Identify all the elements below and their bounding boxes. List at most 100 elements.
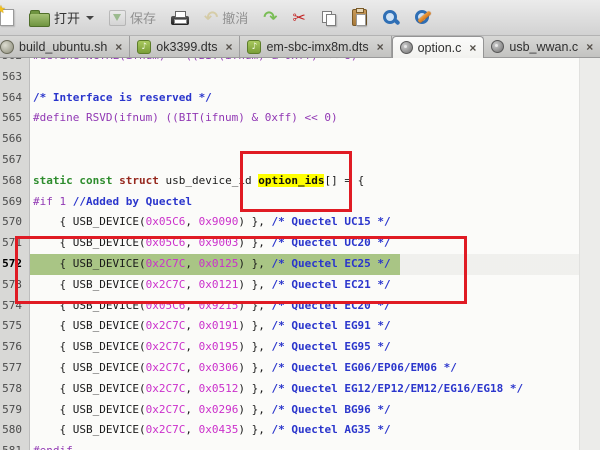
tab-close-icon[interactable]: × [469, 42, 476, 54]
search-icon [382, 9, 399, 26]
dropdown-caret-icon[interactable] [86, 16, 94, 20]
line-text: { USB_DEVICE(0x2C7C, 0x0306) }, /* Quect… [30, 358, 600, 379]
code-editor[interactable]: 562#define NCTRL(ifnum) ((BIT(ifnum) & 0… [0, 58, 600, 450]
tab-label: ok3399.dts [156, 40, 217, 54]
tab-usb-wwan-c[interactable]: usb_wwan.c × [484, 36, 600, 57]
line-number: 578 [0, 379, 30, 400]
dts-file-icon: ♪ [137, 40, 151, 54]
line-text: { USB_DEVICE(0x2C7C, 0x0121) }, /* Quect… [30, 275, 600, 296]
code-line-568[interactable]: 568static const struct usb_device_id opt… [0, 171, 600, 192]
line-text: { USB_DEVICE(0x2C7C, 0x0191) }, /* Quect… [30, 316, 600, 337]
line-text: { USB_DEVICE(0x05C6, 0x9090) }, /* Quect… [30, 212, 600, 233]
copy-button[interactable] [318, 8, 340, 28]
tab-label: em-sbc-imx8m.dts [266, 40, 368, 54]
code-line-564[interactable]: 564/* Interface is reserved */ [0, 88, 600, 109]
cut-button[interactable]: ✂ [290, 8, 309, 28]
code-line-565[interactable]: 565#define RSVD(ifnum) ((BIT(ifnum) & 0x… [0, 108, 600, 129]
undo-button: ↶撤消 [201, 6, 251, 29]
line-text [30, 67, 600, 88]
new-file-button[interactable] [0, 7, 17, 28]
line-text: { USB_DEVICE(0x2C7C, 0x0195) }, /* Quect… [30, 337, 600, 358]
code-line-580[interactable]: 580 { USB_DEVICE(0x2C7C, 0x0435) }, /* Q… [0, 420, 600, 441]
line-number: 581 [0, 441, 30, 450]
line-number: 576 [0, 337, 30, 358]
search-button[interactable] [379, 7, 402, 28]
tab-close-icon[interactable]: × [586, 41, 593, 53]
code-line-567[interactable]: 567 [0, 150, 600, 171]
line-number: 579 [0, 400, 30, 421]
line-text: { USB_DEVICE(0x2C7C, 0x0512) }, /* Quect… [30, 379, 600, 400]
line-text [30, 129, 600, 150]
code-line-577[interactable]: 577 { USB_DEVICE(0x2C7C, 0x0306) }, /* Q… [0, 358, 600, 379]
tab-close-icon[interactable]: × [225, 41, 232, 53]
tab-label: option.c [418, 41, 462, 55]
line-number: 571 [0, 233, 30, 254]
line-text: /* Interface is reserved */ [30, 88, 600, 109]
code-line-566[interactable]: 566 [0, 129, 600, 150]
line-number: 572 [0, 254, 30, 275]
c-file-icon [491, 40, 504, 53]
toolbar: 打开保存 ↶撤消 ↷ ✂ [0, 0, 600, 36]
code-line-573[interactable]: 573 { USB_DEVICE(0x2C7C, 0x0121) }, /* Q… [0, 275, 600, 296]
tab-em-sbc-imx8m-dts[interactable]: ♪ em-sbc-imx8m.dts × [240, 36, 391, 57]
new-file-icon [0, 9, 14, 26]
save-button: 保存 [106, 6, 159, 29]
line-number: 570 [0, 212, 30, 233]
vertical-scrollbar[interactable] [579, 58, 600, 450]
tab-close-icon[interactable]: × [377, 41, 384, 53]
editor-window: 打开保存 ↶撤消 ↷ ✂ build_ubuntu.sh× ♪ ok3399.dts × ♪ e… [0, 0, 600, 450]
line-text [30, 150, 600, 171]
replace-button[interactable] [411, 7, 434, 28]
tab-close-icon[interactable]: × [115, 41, 122, 53]
cut-icon: ✂ [293, 10, 306, 26]
line-text: #if 1 //Added by Quectel [30, 192, 600, 213]
highlighted-symbol: option_ids [258, 174, 324, 187]
code-line-563[interactable]: 563 [0, 67, 600, 88]
code-line-575[interactable]: 575 { USB_DEVICE(0x2C7C, 0x0191) }, /* Q… [0, 316, 600, 337]
line-text: { USB_DEVICE(0x05C6, 0x9215) }, /* Quect… [30, 296, 600, 317]
line-number: 574 [0, 296, 30, 317]
c-file-icon [400, 41, 413, 54]
code-line-574[interactable]: 574 { USB_DEVICE(0x05C6, 0x9215) }, /* Q… [0, 296, 600, 317]
tab-option-c[interactable]: option.c × [392, 36, 485, 58]
line-text: static const struct usb_device_id option… [30, 171, 600, 192]
code-line-581[interactable]: 581#endif [0, 441, 600, 450]
script-file-icon [0, 40, 14, 54]
copy-icon [321, 10, 337, 26]
code-line-571[interactable]: 571 { USB_DEVICE(0x05C6, 0x9003) }, /* Q… [0, 233, 600, 254]
line-number: 573 [0, 275, 30, 296]
print-button[interactable] [168, 8, 192, 27]
redo-button[interactable]: ↷ [260, 8, 280, 28]
undo-icon: ↶ [204, 10, 218, 26]
paste-button[interactable] [349, 7, 370, 28]
line-text: { USB_DEVICE(0x2C7C, 0x0125) }, /* Quect… [30, 254, 600, 275]
tab-bar: build_ubuntu.sh× ♪ ok3399.dts × ♪ em-sbc-imx8… [0, 36, 600, 58]
code-line-579[interactable]: 579 { USB_DEVICE(0x2C7C, 0x0296) }, /* Q… [0, 400, 600, 421]
open-button[interactable]: 打开 [26, 6, 97, 29]
line-number: 567 [0, 150, 30, 171]
code-line-578[interactable]: 578 { USB_DEVICE(0x2C7C, 0x0512) }, /* Q… [0, 379, 600, 400]
code-line-576[interactable]: 576 { USB_DEVICE(0x2C7C, 0x0195) }, /* Q… [0, 337, 600, 358]
line-number: 568 [0, 171, 30, 192]
line-text: #define NCTRL(ifnum) ((BIT(ifnum) & 0xff… [30, 58, 600, 67]
line-number: 580 [0, 420, 30, 441]
code-line-562[interactable]: 562#define NCTRL(ifnum) ((BIT(ifnum) & 0… [0, 58, 600, 67]
undo-label: 撤消 [222, 8, 248, 27]
redo-icon: ↷ [263, 10, 277, 26]
code-line-569[interactable]: 569#if 1 //Added by Quectel [0, 192, 600, 213]
line-number: 562 [0, 58, 30, 67]
line-number: 565 [0, 108, 30, 129]
code-line-572[interactable]: 572 { USB_DEVICE(0x2C7C, 0x0125) }, /* Q… [0, 254, 600, 275]
tab-label: usb_wwan.c [509, 40, 578, 54]
code-line-570[interactable]: 570 { USB_DEVICE(0x05C6, 0x9090) }, /* Q… [0, 212, 600, 233]
tab-build-ubuntu-sh[interactable]: build_ubuntu.sh× [0, 36, 130, 57]
line-text: #define RSVD(ifnum) ((BIT(ifnum) & 0xff)… [30, 108, 600, 129]
paste-icon [352, 9, 367, 26]
dts-file-icon: ♪ [247, 40, 261, 54]
line-text: { USB_DEVICE(0x2C7C, 0x0296) }, /* Quect… [30, 400, 600, 421]
line-number: 566 [0, 129, 30, 150]
line-number: 577 [0, 358, 30, 379]
open-folder-icon [29, 13, 50, 27]
tab-ok3399-dts[interactable]: ♪ ok3399.dts × [130, 36, 240, 57]
line-text: { USB_DEVICE(0x05C6, 0x9003) }, /* Quect… [30, 233, 600, 254]
